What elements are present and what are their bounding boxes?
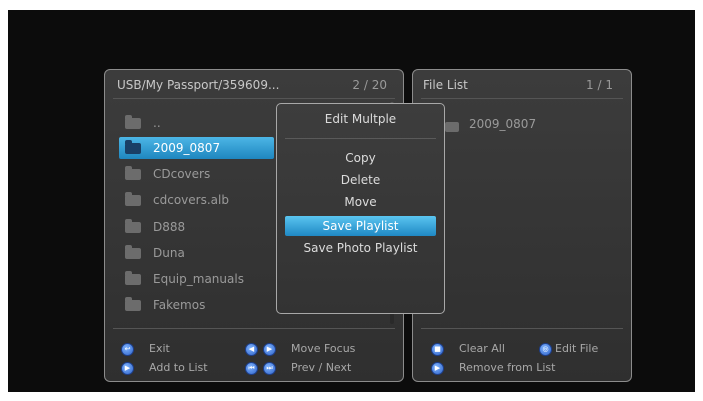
list-item[interactable]: D888 — [119, 216, 279, 238]
list-item[interactable]: Fakemos — [119, 294, 279, 316]
file-list-title: File List — [423, 78, 468, 92]
list-item-label: D888 — [153, 220, 186, 234]
search-button-icon: ◎ — [539, 343, 552, 356]
file-list-item[interactable]: 2009_0807 — [469, 117, 536, 131]
list-item-label: cdcovers.alb — [153, 193, 229, 207]
hint-prev-next: Prev / Next — [291, 361, 352, 374]
arrow-right-icon: ▶ — [263, 343, 276, 356]
menu-item-move[interactable]: Move — [285, 192, 436, 212]
stop-button-icon: ■ — [431, 343, 444, 356]
list-item-label: Equip_manuals — [153, 272, 244, 286]
folder-icon — [125, 166, 141, 180]
list-item-selected[interactable]: 2009_0807 — [119, 137, 274, 159]
hint-exit: Exit — [149, 342, 170, 355]
hint-add-to-list: Add to List — [149, 361, 208, 374]
page-indicator: 1 / 1 — [586, 78, 613, 92]
footer-divider — [421, 328, 623, 329]
file-list-panel: File List 1 / 1 2009_0807 ■ Clear All ◎ … — [412, 69, 632, 382]
tv-screen: USB/My Passport/359609... 2 / 20 .. 2009… — [8, 10, 695, 392]
list-item-label: 2009_0807 — [153, 141, 221, 155]
footer-divider — [113, 328, 395, 329]
edit-multiple-menu: Edit Multple Copy Delete Move Save Playl… — [276, 103, 445, 314]
list-item-label: CDcovers — [153, 167, 211, 181]
current-path: USB/My Passport/359609... — [117, 78, 280, 92]
header-divider — [113, 98, 395, 99]
menu-divider — [285, 138, 436, 139]
folder-up-icon — [125, 115, 141, 129]
hint-remove-from-list: Remove from List — [459, 361, 556, 374]
list-item[interactable]: Equip_manuals — [119, 268, 279, 290]
list-item-label: Duna — [153, 246, 185, 260]
menu-item-copy[interactable]: Copy — [285, 148, 436, 168]
list-item[interactable]: Duna — [119, 242, 279, 264]
menu-title: Edit Multple — [324, 112, 397, 126]
hint-edit-file: Edit File — [555, 342, 599, 355]
arrow-left-icon: ◀ — [245, 343, 258, 356]
folder-icon — [125, 271, 141, 285]
folder-icon — [125, 297, 141, 311]
list-item-label: Fakemos — [153, 298, 206, 312]
folder-icon — [125, 140, 141, 154]
play-button-icon: ▶ — [121, 362, 134, 375]
list-item[interactable]: CDcovers — [119, 163, 279, 185]
list-item-parent[interactable]: .. — [119, 112, 279, 134]
next-button-icon: ⏭ — [263, 362, 276, 375]
list-item-label: .. — [153, 116, 161, 130]
folder-icon — [125, 219, 141, 233]
menu-item-delete[interactable]: Delete — [285, 170, 436, 190]
folder-icon — [125, 245, 141, 259]
hint-move-focus: Move Focus — [291, 342, 356, 355]
folder-icon — [445, 122, 459, 132]
list-item[interactable]: cdcovers.alb — [119, 189, 279, 211]
return-button-icon: ↩ — [121, 343, 134, 356]
page-indicator: 2 / 20 — [352, 78, 387, 92]
hint-clear-all: Clear All — [459, 342, 505, 355]
menu-item-save-photo-playlist[interactable]: Save Photo Playlist — [285, 238, 436, 258]
pause-button-icon: ▶ — [431, 362, 444, 375]
prev-button-icon: ⏮ — [245, 362, 258, 375]
menu-item-save-playlist[interactable]: Save Playlist — [285, 216, 436, 236]
album-icon — [125, 192, 141, 206]
header-divider — [421, 98, 623, 99]
